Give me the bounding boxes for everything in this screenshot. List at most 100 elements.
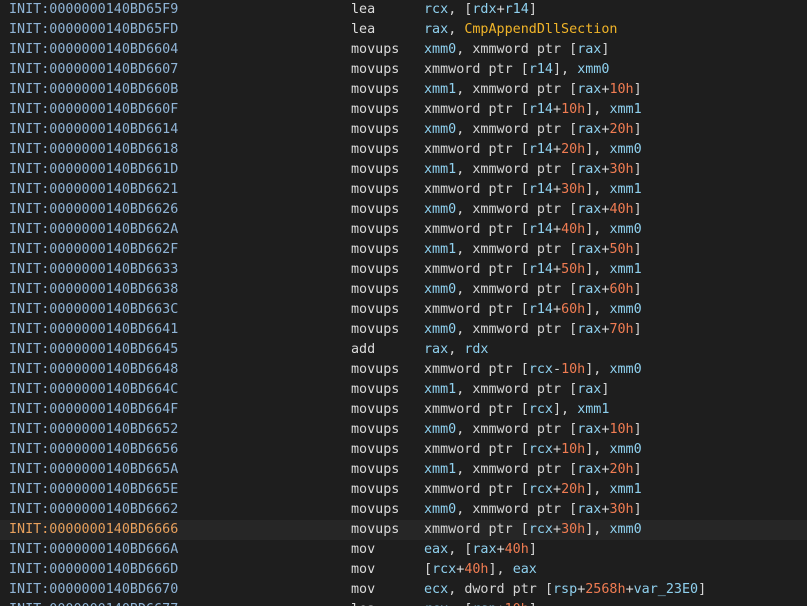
line-address[interactable]: INIT:0000000140BD662A	[9, 220, 178, 240]
listing-line[interactable]: INIT:0000000140BD6652 movups xmm0, xmmword…	[0, 420, 807, 440]
operand-register[interactable]: rax	[577, 122, 601, 137]
line-operands[interactable]: xmmword ptr [r14+50h], xmm1	[424, 260, 642, 280]
operand-register[interactable]: rdx	[464, 342, 488, 357]
line-operands[interactable]: xmm0, xmmword ptr [rax]	[424, 40, 609, 60]
listing-line[interactable]: INIT:0000000140BD6607 movups xmmword ptr […	[0, 60, 807, 80]
listing-line[interactable]: INIT:0000000140BD661D movups xmm1, xmmword…	[0, 160, 807, 180]
operand-number[interactable]: 2568h	[585, 582, 625, 597]
line-operands[interactable]: xmm0, xmmword ptr [rax+10h]	[424, 420, 642, 440]
operand-register[interactable]: xmm1	[609, 482, 641, 497]
line-operands[interactable]: rcx, [rsp+10h]	[424, 600, 537, 606]
line-operands[interactable]: [rcx+40h], eax	[424, 560, 537, 580]
line-mnemonic[interactable]: movups	[351, 140, 399, 160]
line-mnemonic[interactable]: movups	[351, 80, 399, 100]
operand-register[interactable]: r14	[529, 102, 553, 117]
line-operands[interactable]: xmmword ptr [r14+40h], xmm0	[424, 220, 642, 240]
operand-register[interactable]: rcx	[529, 362, 553, 377]
operand-register[interactable]: eax	[513, 562, 537, 577]
line-address[interactable]: INIT:0000000140BD6662	[9, 500, 178, 520]
operand-register[interactable]: r14	[529, 142, 553, 157]
operand-register[interactable]: xmm1	[424, 382, 456, 397]
line-operands[interactable]: xmmword ptr [rcx+10h], xmm0	[424, 440, 642, 460]
line-address[interactable]: INIT:0000000140BD6656	[9, 440, 178, 460]
operand-register[interactable]: rax	[577, 242, 601, 257]
operand-register[interactable]: rax	[577, 82, 601, 97]
line-operands[interactable]: xmm1, xmmword ptr [rax+50h]	[424, 240, 642, 260]
operand-number[interactable]: 70h	[609, 322, 633, 337]
operand-number[interactable]: 10h	[561, 362, 585, 377]
operand-register[interactable]: xmm0	[609, 302, 641, 317]
line-address[interactable]: INIT:0000000140BD664C	[9, 380, 178, 400]
listing-line[interactable]: INIT:0000000140BD65FD lea rax, CmpAppendDl…	[0, 20, 807, 40]
line-operands[interactable]: xmmword ptr [rcx-10h], xmm0	[424, 360, 642, 380]
operand-register[interactable]: xmm0	[424, 422, 456, 437]
operand-register[interactable]: rcx	[424, 2, 448, 17]
operand-register[interactable]: rax	[577, 202, 601, 217]
operand-register[interactable]: rax	[577, 502, 601, 517]
operand-register[interactable]: r14	[529, 62, 553, 77]
line-address[interactable]: INIT:0000000140BD6652	[9, 420, 178, 440]
line-mnemonic[interactable]: movups	[351, 460, 399, 480]
line-mnemonic[interactable]: movups	[351, 500, 399, 520]
line-address[interactable]: INIT:0000000140BD665A	[9, 460, 178, 480]
listing-line[interactable]: INIT:0000000140BD6614 movups xmm0, xmmword…	[0, 120, 807, 140]
operand-register[interactable]: rcx	[424, 602, 448, 606]
operand-register[interactable]: xmm0	[424, 42, 456, 57]
line-mnemonic[interactable]: movups	[351, 240, 399, 260]
line-address[interactable]: INIT:0000000140BD6633	[9, 260, 178, 280]
line-address[interactable]: INIT:0000000140BD664F	[9, 400, 178, 420]
listing-line[interactable]: INIT:0000000140BD663C movups xmmword ptr […	[0, 300, 807, 320]
operand-register[interactable]: r14	[529, 182, 553, 197]
operand-register[interactable]: rax	[577, 282, 601, 297]
line-operands[interactable]: xmm0, xmmword ptr [rax+30h]	[424, 500, 642, 520]
operand-number[interactable]: 60h	[609, 282, 633, 297]
line-mnemonic[interactable]: movups	[351, 160, 399, 180]
operand-register[interactable]: rax	[577, 422, 601, 437]
operand-register[interactable]: rcx	[529, 402, 553, 417]
line-address[interactable]: INIT:0000000140BD6666	[9, 520, 178, 540]
line-mnemonic[interactable]: movups	[351, 380, 399, 400]
line-address[interactable]: INIT:0000000140BD6626	[9, 200, 178, 220]
operand-register[interactable]: xmm1	[609, 102, 641, 117]
operand-register[interactable]: rcx	[529, 522, 553, 537]
listing-line[interactable]: INIT:0000000140BD6641 movups xmm0, xmmword…	[0, 320, 807, 340]
operand-register[interactable]: xmm0	[609, 222, 641, 237]
line-address[interactable]: INIT:0000000140BD661D	[9, 160, 178, 180]
line-address[interactable]: INIT:0000000140BD6670	[9, 580, 178, 600]
line-operands[interactable]: xmmword ptr [r14+10h], xmm1	[424, 100, 642, 120]
line-operands[interactable]: xmmword ptr [rcx+30h], xmm0	[424, 520, 642, 540]
line-mnemonic[interactable]: movups	[351, 260, 399, 280]
listing-line[interactable]: INIT:0000000140BD6621 movups xmmword ptr […	[0, 180, 807, 200]
operand-register[interactable]: xmm0	[609, 362, 641, 377]
listing-line[interactable]: INIT:0000000140BD6648 movups xmmword ptr […	[0, 360, 807, 380]
operand-register[interactable]: xmm1	[609, 182, 641, 197]
line-address[interactable]: INIT:0000000140BD6677	[9, 600, 178, 606]
operand-number[interactable]: 10h	[561, 442, 585, 457]
listing-line[interactable]: INIT:0000000140BD665A movups xmm1, xmmword…	[0, 460, 807, 480]
operand-register[interactable]: xmm1	[424, 462, 456, 477]
operand-register[interactable]: var_23E0	[634, 582, 699, 597]
operand-register[interactable]: rax	[424, 22, 448, 37]
operand-register[interactable]: r14	[529, 302, 553, 317]
listing-line[interactable]: INIT:0000000140BD666A mov eax, [rax+40h]	[0, 540, 807, 560]
line-address[interactable]: INIT:0000000140BD6604	[9, 40, 178, 60]
operand-number[interactable]: 10h	[609, 422, 633, 437]
operand-number[interactable]: 20h	[609, 462, 633, 477]
line-operands[interactable]: xmm1, xmmword ptr [rax]	[424, 380, 609, 400]
operand-number[interactable]: 30h	[609, 162, 633, 177]
operand-register[interactable]: rax	[424, 342, 448, 357]
line-mnemonic[interactable]: movups	[351, 440, 399, 460]
line-operands[interactable]: xmmword ptr [r14+30h], xmm1	[424, 180, 642, 200]
disassembly-listing[interactable]: INIT:0000000140BD65F9 lea rcx, [rdx+r14] IN…	[0, 0, 807, 606]
operand-register[interactable]: xmm0	[424, 202, 456, 217]
line-operands[interactable]: xmm0, xmmword ptr [rax+60h]	[424, 280, 642, 300]
line-mnemonic[interactable]: lea	[351, 0, 375, 20]
listing-line[interactable]: INIT:0000000140BD664F movups xmmword ptr […	[0, 400, 807, 420]
line-operands[interactable]: ecx, dword ptr [rsp+2568h+var_23E0]	[424, 580, 706, 600]
line-address[interactable]: INIT:0000000140BD663C	[9, 300, 178, 320]
operand-register[interactable]: xmm0	[609, 442, 641, 457]
line-operands[interactable]: xmm1, xmmword ptr [rax+30h]	[424, 160, 642, 180]
operand-number[interactable]: 40h	[464, 562, 488, 577]
operand-number[interactable]: 10h	[609, 82, 633, 97]
line-mnemonic[interactable]: lea	[351, 600, 375, 606]
